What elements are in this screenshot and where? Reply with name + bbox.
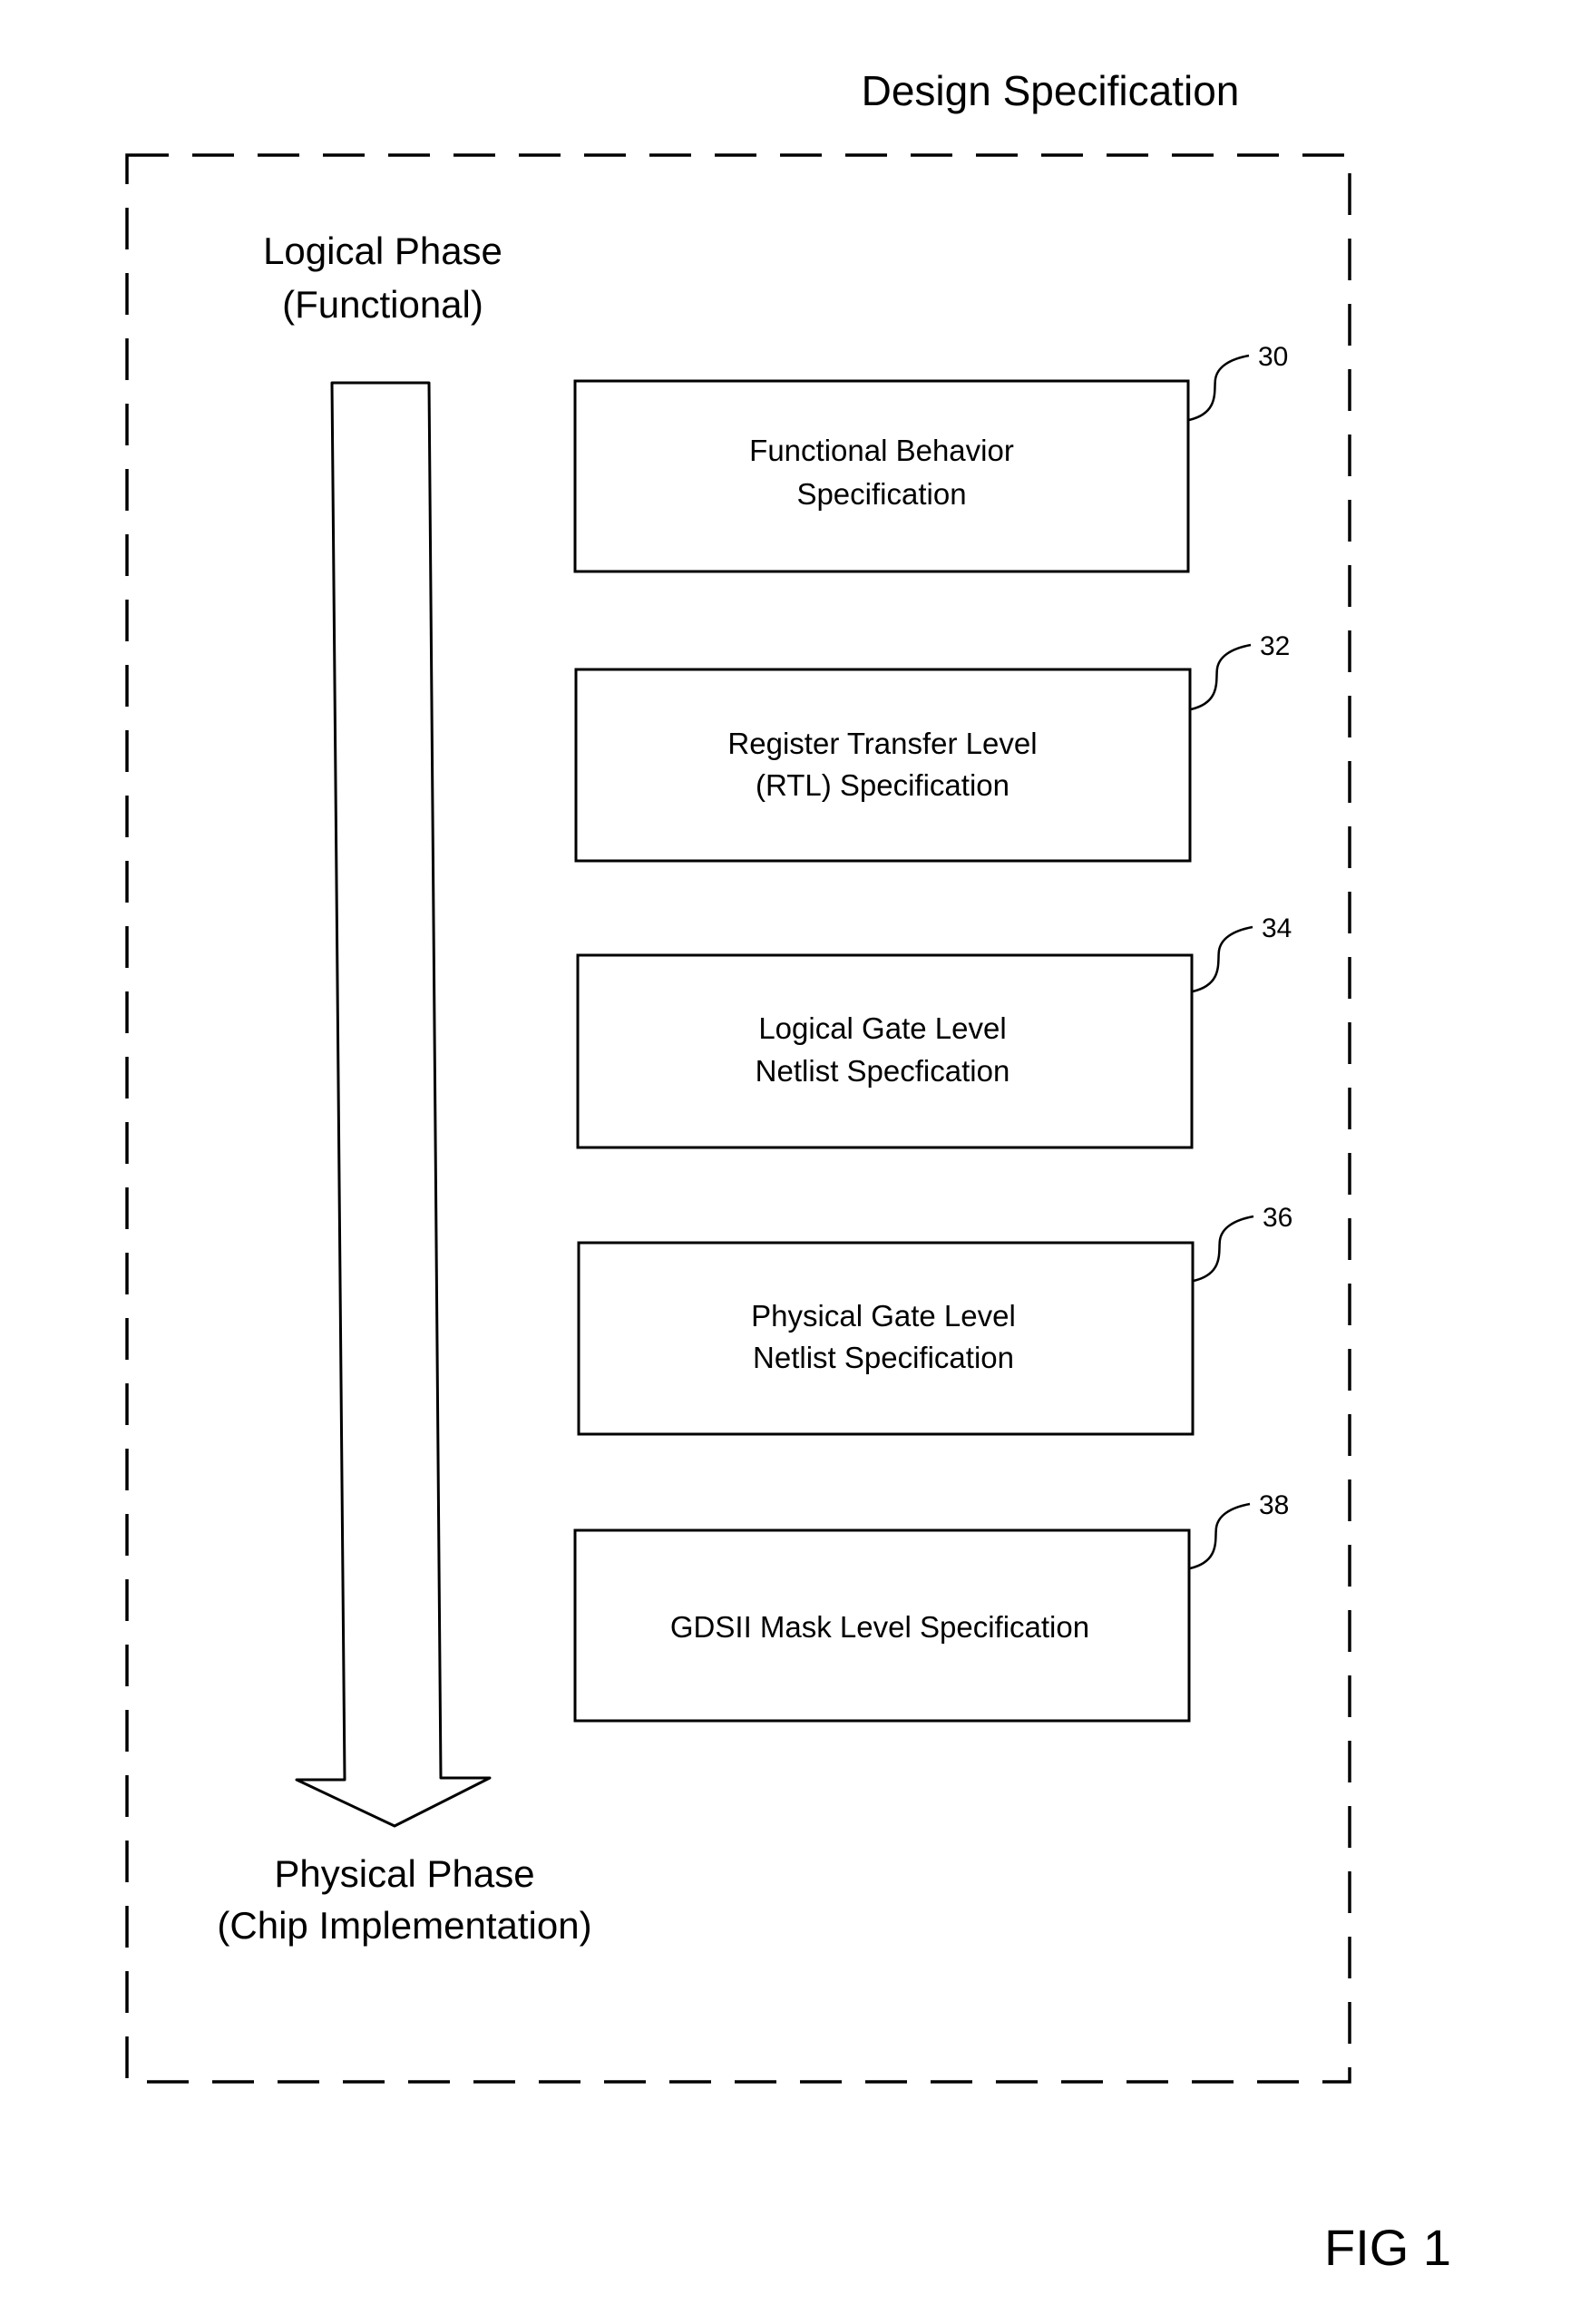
reference-leader-line	[1189, 1502, 1251, 1570]
reference-numeral: 38	[1259, 1490, 1289, 1520]
reference-leader-line	[1188, 354, 1250, 422]
spec-box-rtl: Register Transfer Level (RTL) Specificat…	[574, 631, 1290, 863]
reference-numeral: 34	[1262, 913, 1292, 943]
spec-box-line: GDSII Mask Level Specification	[670, 1610, 1089, 1644]
reference-numeral: 30	[1258, 342, 1288, 372]
figure-label: FIG 1	[1324, 2219, 1451, 2276]
reference-numeral: 32	[1260, 631, 1290, 661]
spec-box-line: Physical Gate Level	[751, 1299, 1016, 1333]
spec-box-line: Netlist Specfication	[756, 1054, 1010, 1088]
reference-numeral: 36	[1263, 1203, 1292, 1233]
spec-box-line: Functional Behavior	[749, 434, 1014, 467]
spec-box-line: Register Transfer Level	[727, 727, 1037, 760]
logical-to-physical-arrow-icon	[295, 381, 492, 1828]
design-specification-title: Design Specification	[862, 67, 1240, 114]
spec-box-functional-behavior: Functional Behavior Specification 30	[573, 342, 1288, 573]
spec-box-line: Logical Gate Level	[758, 1011, 1006, 1045]
logical-phase-sublabel: (Functional)	[282, 283, 483, 326]
figure-canvas: Design Specification Logical Phase (Func…	[125, 67, 1451, 2276]
spec-box-frame	[577, 1241, 1195, 1436]
spec-box-line: (RTL) Specification	[756, 768, 1009, 802]
spec-box-gdsii-mask: GDSII Mask Level Specification 38	[573, 1490, 1289, 1723]
spec-box-line: Netlist Specification	[753, 1341, 1014, 1374]
reference-leader-line	[1190, 643, 1252, 711]
reference-leader-line	[1193, 1215, 1254, 1283]
spec-box-physical-gate-netlist: Physical Gate Level Netlist Specificatio…	[577, 1203, 1292, 1436]
physical-phase-sublabel: (Chip Implementation)	[217, 1904, 591, 1947]
reference-leader-line	[1192, 925, 1253, 993]
physical-phase-label: Physical Phase	[274, 1852, 534, 1895]
spec-box-logical-gate-netlist: Logical Gate Level Netlist Specfication …	[576, 913, 1292, 1149]
spec-box-frame	[573, 379, 1190, 573]
logical-phase-label: Logical Phase	[263, 229, 502, 272]
spec-box-frame	[574, 668, 1192, 863]
spec-box-line: Specification	[796, 477, 966, 511]
spec-box-frame	[576, 953, 1194, 1149]
